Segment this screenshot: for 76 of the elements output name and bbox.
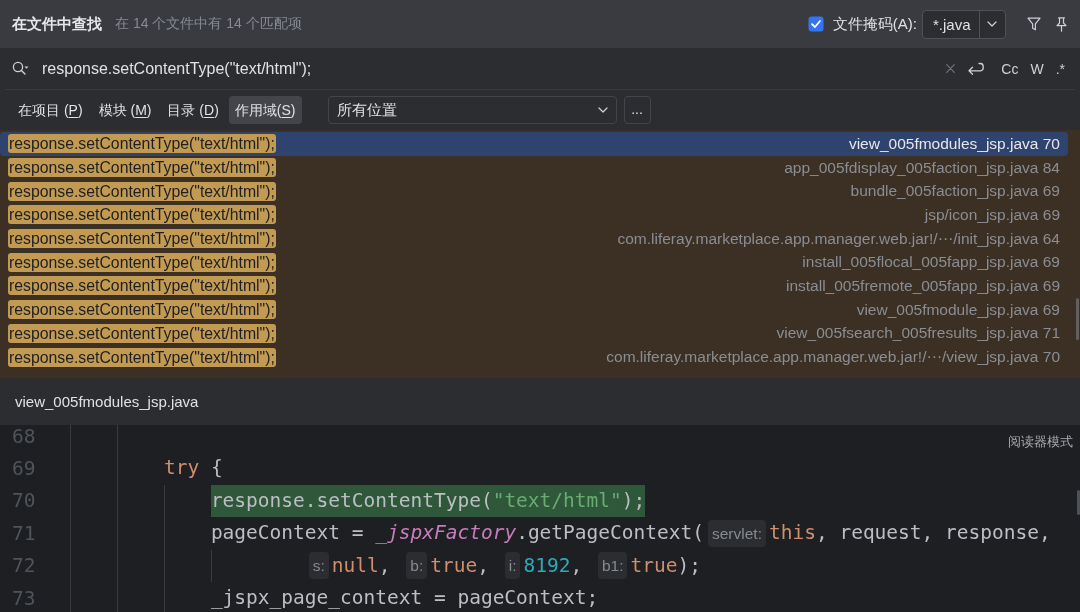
close-icon[interactable] [946,64,956,73]
file-name: view_005fmodules_jsp.java [15,393,199,410]
scrollbar-thumb[interactable] [1077,490,1080,515]
parameter-hint: b1: [597,552,628,580]
parameter-hint: servlet: [708,519,766,547]
code-text: try { [163,455,223,482]
code-text: pageContext = _jspxFactory.getPageContext( [210,520,704,547]
result-row[interactable]: response.setContentType("text/html"); view_005fsearch_005fresults_jsp.java 71 [0,321,1068,346]
search-icon[interactable] [12,61,29,76]
scope-tab[interactable]: 在项目 (P) [12,96,89,124]
match-summary: 在 14 个文件中有 14 个匹配项 [115,15,302,33]
match-text: response.setContentType("text/html"); [8,252,276,272]
file-location: install_005fremote_005fapp_jsp.java 69 [785,276,1060,295]
file-location: view_005fmodule_jsp.java 69 [856,300,1060,319]
file-location: install_005flocal_005fapp_jsp.java 69 [802,253,1060,272]
file-location: com.liferay.marketplace.app.manager.web.jar!/⋯/init_jsp.java 64 [617,229,1060,248]
match-text: response.setContentType("text/html"); [8,205,276,225]
reader-mode-link[interactable]: 阅读器模式 [1008,433,1073,451]
line-number: 72 [11,554,37,578]
result-row[interactable]: response.setContentType("text/html"); bundle_005faction_jsp.java 69 [0,179,1068,204]
line-number: 71 [11,521,37,545]
scope-tab[interactable]: 目录 (D) [161,96,225,124]
search-option-toggle[interactable]: .* [1052,58,1068,79]
code-text: 8192, [523,552,584,579]
file-location: app_005fdisplay_005faction_jsp.java 84 [784,158,1060,177]
search-field[interactable]: response.setContentType("text/html"); [42,59,947,78]
checkbox[interactable] [807,16,824,32]
file-mask-combo[interactable]: *.java [922,9,1006,39]
search-option-toggle[interactable]: Cc [998,58,1022,79]
code-text: null, [331,552,392,579]
match-text: response.setContentType("text/html"); [8,347,276,367]
result-row[interactable]: response.setContentType("text/html"); app_005fdisplay_005faction_jsp.java 84 [0,155,1068,180]
match-text: response.setContentType("text/html"); [8,158,276,178]
code-text: response.setContentType("text/html"); [210,484,646,518]
result-row[interactable]: response.setContentType("text/html"); install_005fremote_005fapp_jsp.java 69 [0,274,1068,298]
result-row[interactable]: response.setContentType("text/html"); com.liferay.marketplace.app.manager.web.jar!/⋯/init_jsp.java 64 [0,226,1068,251]
line-number: 68 [11,425,37,448]
line-number: 69 [11,457,37,481]
result-row[interactable]: response.setContentType("text/html"); view_005fmodules_jsp.java 70 [0,132,1068,156]
match-text: response.setContentType("text/html"); [8,276,276,296]
match-text: response.setContentType("text/html"); [8,300,276,320]
line-number: 70 [11,489,37,513]
result-row[interactable]: response.setContentType("text/html"); install_005flocal_005fapp_jsp.java 69 [0,250,1068,275]
scope-dropdown[interactable]: 所有位置 [327,96,617,124]
parameter-hint: s: [308,552,329,580]
code-text: this, request, response, [768,520,1051,547]
parameter-hint: i: [504,552,521,580]
result-row[interactable]: response.setContentType("text/html"); jsp/icon_jsp.java 69 [0,203,1068,227]
match-text: response.setContentType("text/html"); [8,323,276,343]
chevron-down-icon [987,21,997,27]
search-option-toggle[interactable]: W [1027,58,1047,79]
parameter-hint: b: [406,552,428,580]
more-button[interactable]: ... [623,96,651,124]
file-location: com.liferay.marketplace.app.manager.web.jar!/⋯/view_jsp.java 70 [606,348,1060,367]
match-text: response.setContentType("text/html"); [8,181,276,201]
match-text: response.setContentType("text/html"); [8,229,276,249]
code-text: true); [630,552,701,579]
scope-tab[interactable]: 作用域(S) [228,96,302,124]
return-arrow-icon[interactable] [967,61,985,76]
result-row[interactable]: response.setContentType("text/html"); com.liferay.marketplace.app.manager.web.jar!/⋯/view_jsp.java 70 [0,345,1068,369]
filter-icon[interactable] [1027,17,1041,31]
file-location: view_005fsearch_005fresults_jsp.java 71 [776,324,1060,343]
scrollbar-thumb[interactable] [1076,298,1079,340]
popup-title: 在文件中查找 [12,14,102,34]
file-location: bundle_005faction_jsp.java 69 [850,182,1060,201]
result-row[interactable]: response.setContentType("text/html"); view_005fmodule_jsp.java 69 [0,297,1068,322]
code-text: true, [430,552,490,579]
file-mask-label: 文件掩码(A): [832,14,917,34]
file-location: view_005fmodules_jsp.java 70 [848,134,1060,153]
match-text: response.setContentType("text/html"); [8,134,276,154]
code-text: _jspx_page_context = pageContext; [210,584,599,611]
scope-tab[interactable]: 模块 (M) [92,96,158,124]
file-location: jsp/icon_jsp.java 69 [924,205,1060,224]
chevron-down-icon [597,107,608,113]
pin-icon[interactable] [1055,16,1068,32]
line-number: 73 [11,586,37,610]
